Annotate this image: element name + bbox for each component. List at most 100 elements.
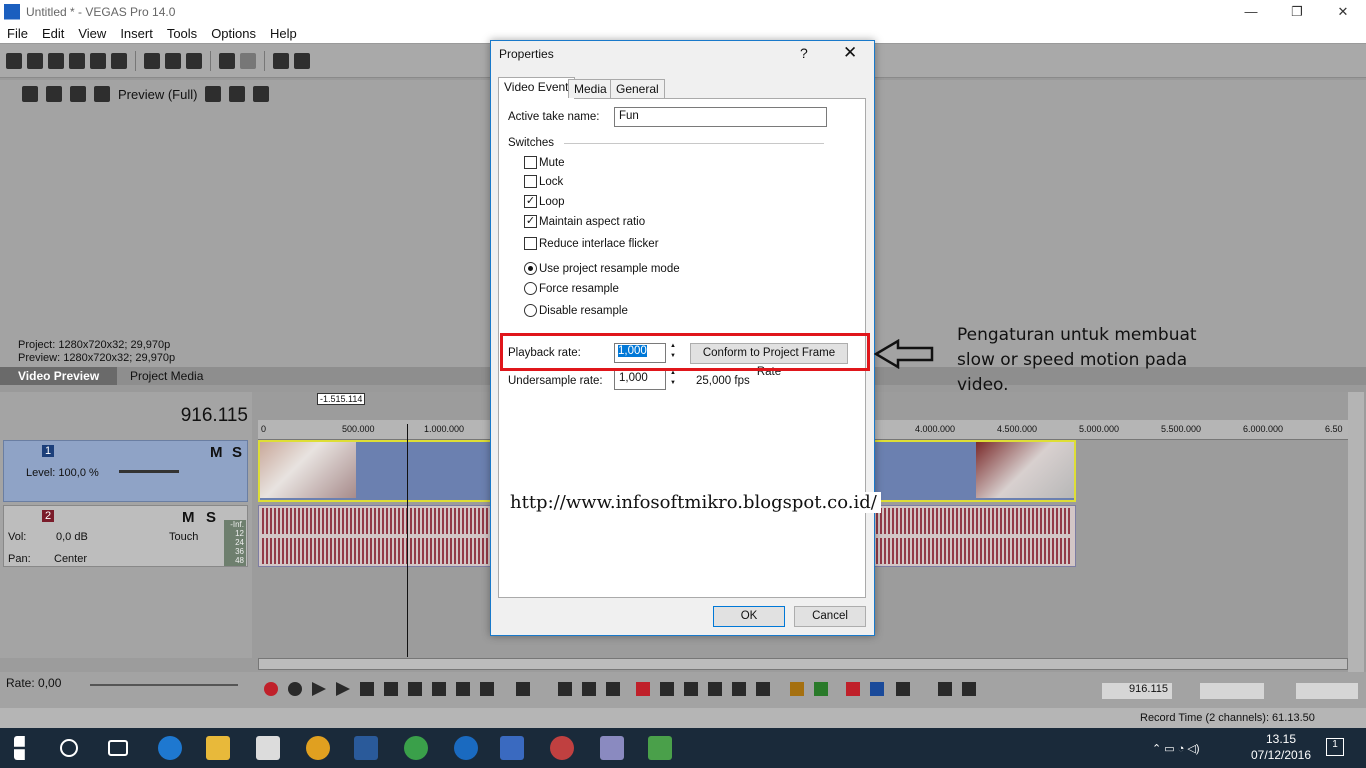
- zoom-tool-icon[interactable]: [606, 682, 620, 696]
- store-icon[interactable]: [256, 736, 280, 760]
- maximize-button[interactable]: ❐: [1274, 0, 1320, 23]
- tab-media[interactable]: Media: [568, 79, 613, 98]
- stop-icon[interactable]: [384, 682, 398, 696]
- selection-tool-icon[interactable]: [582, 682, 596, 696]
- menu-file[interactable]: File: [0, 26, 35, 41]
- solo-button[interactable]: S: [232, 444, 242, 461]
- video-track-header[interactable]: 1 M S Level: 100,0 %: [3, 440, 248, 502]
- preview-device-icon[interactable]: [46, 86, 62, 102]
- edge-browser-icon[interactable]: [158, 736, 182, 760]
- loop-playback-icon[interactable]: [288, 682, 302, 696]
- split-icon[interactable]: [732, 682, 746, 696]
- tab-video-event[interactable]: Video Event: [498, 77, 575, 99]
- cut-icon[interactable]: [144, 52, 160, 69]
- tab-general[interactable]: General: [610, 79, 665, 98]
- task-view-icon[interactable]: [108, 740, 128, 756]
- properties-icon[interactable]: [111, 52, 127, 69]
- level-slider[interactable]: [119, 470, 179, 473]
- next-frame-icon[interactable]: [480, 682, 494, 696]
- mute-button[interactable]: M: [210, 444, 223, 461]
- snapping-icon[interactable]: [846, 682, 860, 696]
- tab-project-media[interactable]: Project Media: [112, 367, 221, 385]
- force-resample-radio[interactable]: [524, 282, 537, 295]
- tab-video-preview[interactable]: Video Preview: [0, 367, 118, 385]
- vegas-pro-taskbar-icon[interactable]: [500, 736, 524, 760]
- mute-checkbox[interactable]: [524, 156, 537, 169]
- lock-icon[interactable]: [756, 682, 770, 696]
- active-take-field[interactable]: Fun: [614, 107, 827, 127]
- minimize-button[interactable]: —: [1228, 0, 1274, 23]
- help-icon[interactable]: [294, 52, 310, 69]
- envelope-tool-icon[interactable]: [558, 682, 572, 696]
- menu-options[interactable]: Options: [204, 26, 263, 41]
- menu-view[interactable]: View: [71, 26, 113, 41]
- automation-mode[interactable]: Touch: [169, 531, 198, 543]
- cancel-button[interactable]: Cancel: [794, 606, 866, 627]
- menu-insert[interactable]: Insert: [113, 26, 160, 41]
- virtualbox-icon[interactable]: [354, 736, 378, 760]
- record-icon[interactable]: [264, 682, 278, 696]
- redo-icon[interactable]: [240, 52, 256, 69]
- selection-length-field[interactable]: [1296, 683, 1358, 699]
- maintain-aspect-checkbox[interactable]: ✓: [524, 215, 537, 228]
- ripple-edit-icon[interactable]: [896, 682, 910, 696]
- save-icon[interactable]: [48, 52, 64, 69]
- loop-checkbox[interactable]: ✓: [524, 195, 537, 208]
- undo-icon[interactable]: [219, 52, 235, 69]
- undersample-rate-spinner[interactable]: [669, 370, 679, 389]
- app-taskbar-icon[interactable]: [550, 736, 574, 760]
- region-icon[interactable]: [814, 682, 828, 696]
- download-manager-icon[interactable]: [648, 736, 672, 760]
- grid-icon[interactable]: [205, 86, 222, 102]
- dialog-close-button[interactable]: ✕: [843, 43, 857, 63]
- lock-checkbox[interactable]: [524, 175, 537, 188]
- menu-help[interactable]: Help: [263, 26, 304, 41]
- marker-icon[interactable]: [790, 682, 804, 696]
- split-screen-icon[interactable]: [70, 86, 86, 102]
- disable-resample-radio[interactable]: [524, 304, 537, 317]
- copy-icon[interactable]: [165, 52, 181, 69]
- system-tray-icons[interactable]: ⌃ ▭ ◔ ◁): [1152, 742, 1252, 756]
- system-clock[interactable]: 13.15 07/12/2016: [1246, 731, 1316, 763]
- close-window-button[interactable]: ✕: [1320, 0, 1366, 23]
- render-icon[interactable]: [90, 52, 106, 69]
- trim-icon[interactable]: [660, 682, 674, 696]
- event-tool-icon[interactable]: [273, 52, 289, 69]
- save-snapshot-icon[interactable]: [253, 86, 270, 102]
- reduce-interlace-checkbox[interactable]: [524, 237, 537, 250]
- paint-app-icon[interactable]: [600, 736, 624, 760]
- trim-end-icon[interactable]: [708, 682, 722, 696]
- audio-track-header[interactable]: 2 M S Vol: 0,0 dB Pan: Center Touch -Inf…: [3, 505, 248, 567]
- ok-button[interactable]: OK: [713, 606, 785, 627]
- paste-icon[interactable]: [186, 52, 202, 69]
- copy-snapshot-icon[interactable]: [229, 86, 246, 102]
- undersample-rate-field[interactable]: 1,000: [614, 370, 666, 390]
- open-folder-icon[interactable]: [27, 52, 43, 69]
- delete-icon[interactable]: [636, 682, 650, 696]
- rate-slider[interactable]: [90, 684, 238, 686]
- ignore-grouping-icon[interactable]: [962, 682, 976, 696]
- network-app-icon[interactable]: [404, 736, 428, 760]
- go-to-end-icon[interactable]: [432, 682, 446, 696]
- search-icon[interactable]: [60, 739, 78, 757]
- use-project-resample-radio[interactable]: [524, 262, 537, 275]
- selection-start-field[interactable]: [1200, 683, 1264, 699]
- overlay-icon[interactable]: [94, 86, 110, 102]
- file-explorer-icon[interactable]: [206, 736, 230, 760]
- preview-settings-icon[interactable]: [22, 86, 38, 102]
- go-to-start-icon[interactable]: [408, 682, 422, 696]
- pause-icon[interactable]: [360, 682, 374, 696]
- notifications-icon[interactable]: 1: [1326, 738, 1344, 756]
- timeline-horizontal-scrollbar[interactable]: [258, 658, 1348, 670]
- menu-tools[interactable]: Tools: [160, 26, 204, 41]
- menu-edit[interactable]: Edit: [35, 26, 71, 41]
- lock-envelopes-icon[interactable]: [938, 682, 952, 696]
- trim-start-icon[interactable]: [684, 682, 698, 696]
- solo-button[interactable]: S: [206, 509, 216, 526]
- browser-app-icon[interactable]: [454, 736, 478, 760]
- previous-frame-icon[interactable]: [456, 682, 470, 696]
- new-file-icon[interactable]: [6, 52, 22, 69]
- auto-crossfade-icon[interactable]: [870, 682, 884, 696]
- dialog-help-button[interactable]: ?: [800, 45, 808, 61]
- playhead-cursor[interactable]: [407, 424, 408, 657]
